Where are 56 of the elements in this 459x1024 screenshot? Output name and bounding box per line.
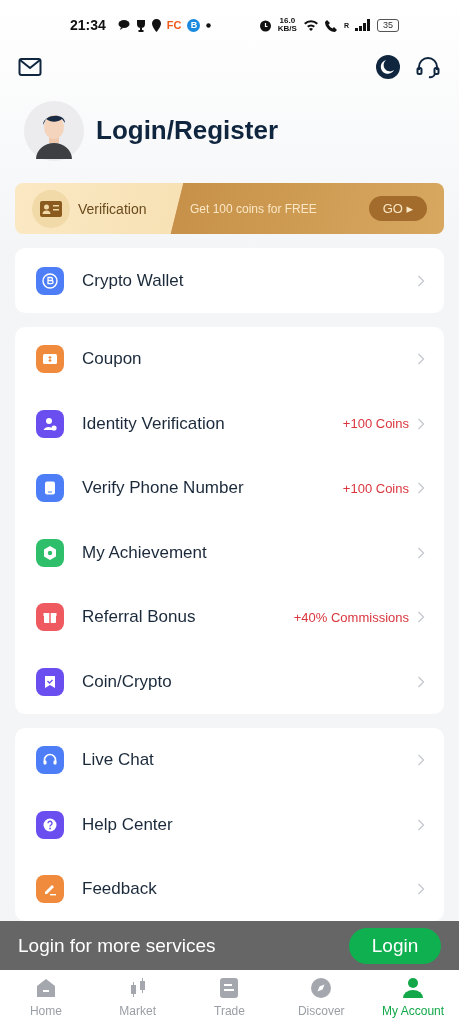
- banner-label: Verification: [78, 200, 148, 217]
- phone-call-icon: [324, 18, 338, 32]
- menu-item[interactable]: Help Center: [82, 814, 417, 835]
- chevron-right-icon: [417, 546, 425, 559]
- menu-item[interactable]: Live Chat: [82, 750, 417, 770]
- chevron-right-icon: [417, 818, 425, 831]
- login-register-title[interactable]: Login/Register: [96, 115, 278, 147]
- app-logo-icon: B: [187, 18, 201, 32]
- reward-text: +40% Commissions: [293, 609, 409, 625]
- ticket-icon: [42, 351, 58, 367]
- status-time: 21:34: [70, 17, 106, 34]
- compass-icon: [309, 975, 334, 1000]
- chevron-right-icon: [417, 353, 425, 365]
- tablet-icon: [42, 480, 58, 496]
- badge-icon: [42, 544, 58, 561]
- banner-offer: Get 100 coins for FREE: [190, 201, 318, 216]
- trophy-icon: [135, 18, 146, 32]
- chevron-right-icon: [417, 417, 425, 430]
- chevron-right-icon: [417, 274, 425, 287]
- chevron-right-icon: [417, 754, 425, 766]
- menu-item[interactable]: My Achievement: [82, 542, 417, 563]
- bookmark-icon: [42, 673, 58, 690]
- pin-icon: [151, 18, 161, 32]
- alarm-clock-icon: [258, 18, 272, 32]
- signal-icon: [355, 19, 371, 32]
- wifi-icon: [302, 19, 319, 32]
- menu-item[interactable]: Identity Verification: [82, 413, 343, 434]
- person-icon: [401, 975, 426, 1000]
- reward-text: +100 Coins: [342, 416, 409, 431]
- help-icon: [42, 816, 58, 833]
- user-check-icon: [42, 415, 58, 432]
- go-button[interactable]: GO ▸: [368, 196, 427, 222]
- login-prompt-text: Login for more services: [18, 934, 217, 957]
- chevron-right-icon: [417, 883, 425, 895]
- network-speed: 16.0 KB/S: [277, 17, 297, 34]
- moon-icon[interactable]: [375, 53, 401, 80]
- menu-item[interactable]: Verify Phone Number: [82, 478, 343, 498]
- chevron-right-icon: [417, 611, 425, 623]
- app-logo-text: FC: [166, 19, 182, 32]
- verification-banner[interactable]: Verification Get 100 coins for FREE GO ▸: [15, 182, 444, 235]
- headset-icon: [42, 752, 58, 768]
- reward-text: +100 Coins: [342, 480, 409, 496]
- avatar-icon[interactable]: [24, 100, 84, 161]
- id-card-icon: [40, 200, 62, 217]
- chevron-right-icon: [417, 482, 425, 494]
- menu-item[interactable]: Coin/Crypto: [82, 671, 417, 692]
- menu-item[interactable]: Referral Bonus: [82, 607, 294, 627]
- mail-icon[interactable]: [18, 56, 42, 77]
- menu-item[interactable]: Feedback: [82, 879, 417, 899]
- bitcoin-icon: [42, 272, 58, 289]
- menu-item[interactable]: Coupon: [82, 349, 417, 369]
- battery-level: 35: [377, 18, 399, 32]
- chevron-right-icon: [417, 675, 425, 688]
- dot-icon: [206, 22, 212, 28]
- menu-item[interactable]: Crypto Wallet: [82, 270, 417, 291]
- chat-bubble-icon: [117, 19, 130, 32]
